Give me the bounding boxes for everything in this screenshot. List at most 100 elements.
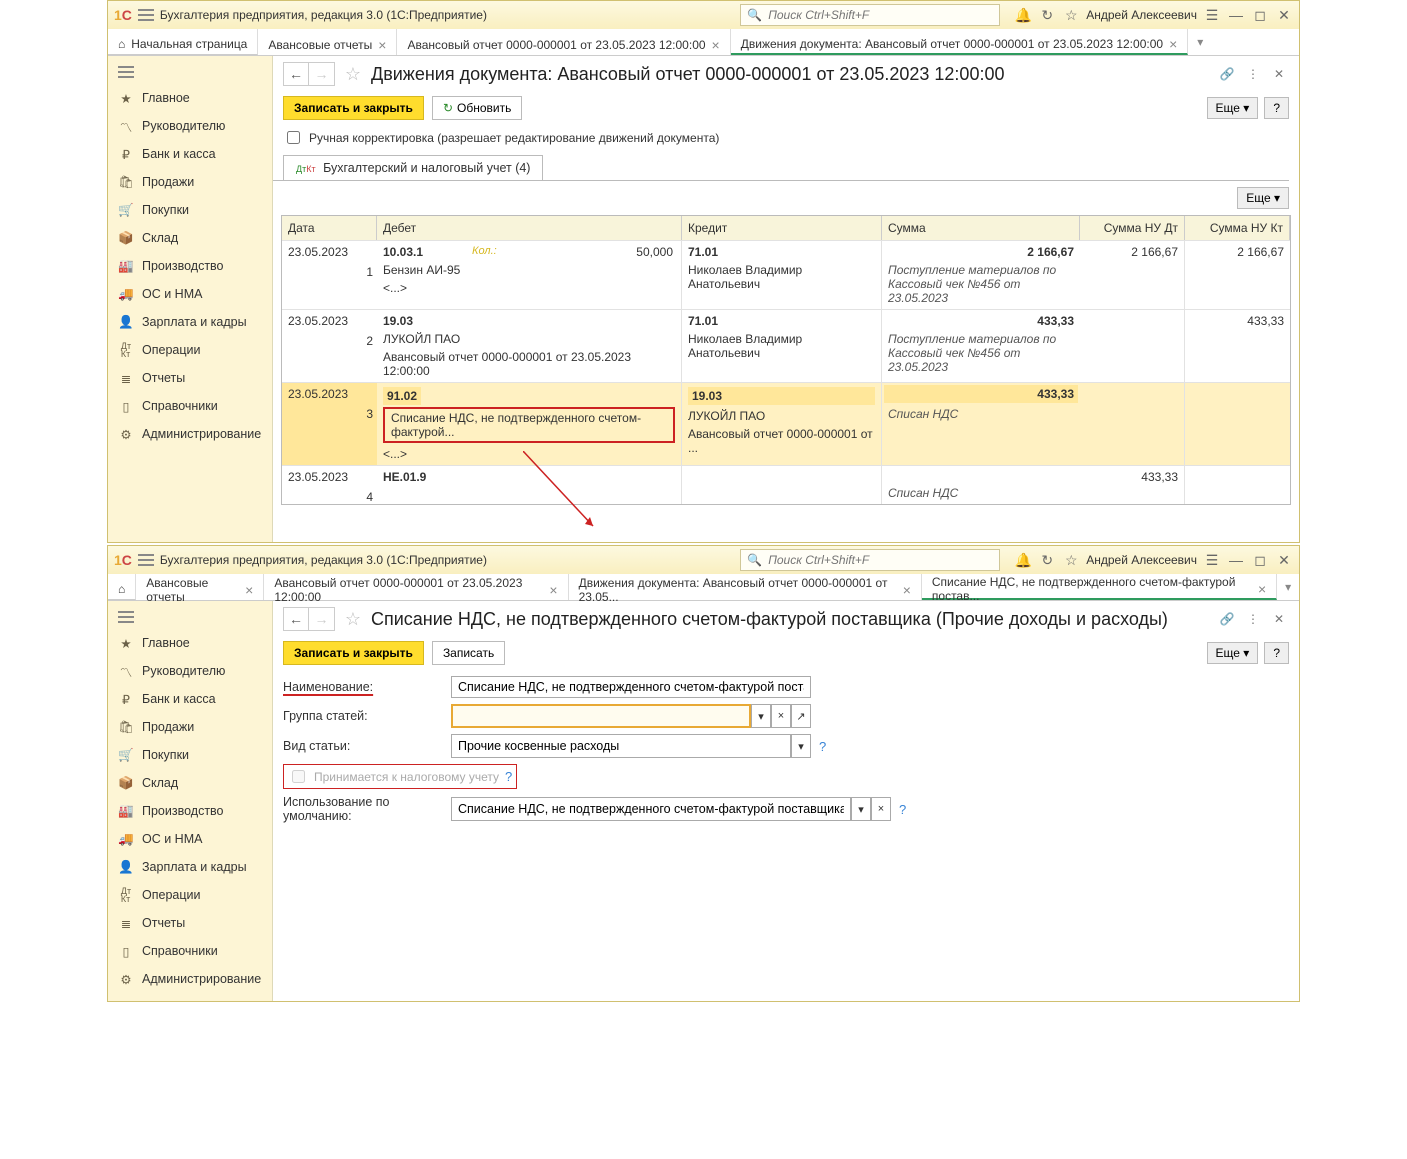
close-icon[interactable]: ×	[378, 37, 386, 53]
sidebar-item-production[interactable]: 🏭Производство	[108, 797, 272, 825]
sidebar-item-admin[interactable]: ⚙Администрирование	[108, 965, 272, 993]
tab-overflow[interactable]: ▾	[1277, 574, 1299, 600]
close-window-icon[interactable]: ✕	[1275, 6, 1293, 24]
default-input[interactable]	[451, 797, 851, 821]
search-input[interactable]	[766, 552, 993, 568]
table-row[interactable]: 23.05.20231 10.03.1 Кол.: 50,000 Бензин …	[282, 241, 1290, 310]
link-icon[interactable]: 🔗	[1217, 609, 1237, 629]
clear-icon[interactable]: ×	[871, 797, 891, 821]
tab-accounting[interactable]: ДтКт Бухгалтерский и налоговый учет (4)	[283, 155, 543, 180]
refresh-button[interactable]: ↻Обновить	[432, 96, 522, 120]
col-nud[interactable]: Сумма НУ Дт	[1080, 216, 1185, 240]
forward-button[interactable]: →	[309, 607, 335, 631]
table-row-selected[interactable]: 23.05.20233 91.02 Списание НДС, не подтв…	[282, 383, 1290, 466]
minimize-icon[interactable]: —	[1227, 6, 1245, 24]
menu-icon[interactable]	[138, 9, 154, 21]
dropdown-icon[interactable]: ▾	[791, 734, 811, 758]
search-box[interactable]: 🔍	[740, 4, 1000, 26]
close-icon[interactable]: ×	[1258, 581, 1266, 597]
name-input[interactable]	[451, 676, 811, 698]
sidebar-item-sales[interactable]: 🛍Продажи	[108, 168, 272, 196]
col-credit[interactable]: Кредит	[682, 216, 882, 240]
close-window-icon[interactable]: ✕	[1275, 551, 1293, 569]
sidebar-item-salary[interactable]: 👤Зарплата и кадры	[108, 853, 272, 881]
close-icon[interactable]: ×	[245, 582, 253, 598]
link-icon[interactable]: 🔗	[1217, 64, 1237, 84]
sidebar-item-operations[interactable]: ДтКтОперации	[108, 881, 272, 909]
help-hint-icon[interactable]: ?	[819, 739, 826, 754]
tab-doc-movements[interactable]: Движения документа: Авансовый отчет 0000…	[731, 29, 1189, 55]
back-button[interactable]: ←	[283, 607, 309, 631]
kebab-icon[interactable]: ⋮	[1243, 64, 1263, 84]
sidebar-item-warehouse[interactable]: 📦Склад	[108, 769, 272, 797]
history-icon[interactable]: ↻	[1038, 6, 1056, 24]
tab-nds-writeoff[interactable]: Списание НДС, не подтвержденного счетом-…	[922, 574, 1277, 600]
clear-icon[interactable]: ×	[771, 704, 791, 728]
kind-input[interactable]	[451, 734, 791, 758]
sidebar-item-warehouse[interactable]: 📦Склад	[108, 224, 272, 252]
maximize-icon[interactable]: ◻	[1251, 6, 1269, 24]
sidebar-item-assets[interactable]: 🚚ОС и НМА	[108, 825, 272, 853]
table-row[interactable]: 23.05.20234 НЕ.01.9 Списан НДС 433,33	[282, 466, 1290, 504]
close-icon[interactable]: ×	[1169, 36, 1177, 52]
sidebar-item-bank[interactable]: ₽Банк и касса	[108, 140, 272, 168]
sidebar-item-manager[interactable]: 〽Руководителю	[108, 657, 272, 685]
tab-overflow[interactable]: ▾	[1188, 29, 1212, 55]
back-button[interactable]: ←	[283, 62, 309, 86]
more-button[interactable]: Еще ▾	[1207, 97, 1259, 119]
dropdown-icon[interactable]: ▾	[751, 704, 771, 728]
help-button[interactable]: ?	[1264, 97, 1289, 119]
minimize-icon[interactable]: —	[1227, 551, 1245, 569]
sidebar-item-production[interactable]: 🏭Производство	[108, 252, 272, 280]
sidebar-item-purchases[interactable]: 🛒Покупки	[108, 196, 272, 224]
grid-more-button[interactable]: Еще ▾	[1237, 187, 1289, 209]
kebab-icon[interactable]: ⋮	[1243, 609, 1263, 629]
close-page-icon[interactable]: ✕	[1269, 64, 1289, 84]
sidebar-hamburger[interactable]	[108, 605, 272, 629]
help-hint-icon[interactable]: ?	[505, 769, 512, 784]
forward-button[interactable]: →	[309, 62, 335, 86]
tab-advance-report-doc[interactable]: Авансовый отчет 0000-000001 от 23.05.202…	[264, 574, 568, 600]
dropdown-icon[interactable]: ▾	[851, 797, 871, 821]
sidebar-item-operations[interactable]: ДтКтОперации	[108, 336, 272, 364]
close-icon[interactable]: ×	[549, 582, 557, 598]
sidebar-item-bank[interactable]: ₽Банк и касса	[108, 685, 272, 713]
sidebar-item-admin[interactable]: ⚙Администрирование	[108, 420, 272, 448]
col-sum[interactable]: Сумма	[882, 216, 1080, 240]
close-page-icon[interactable]: ✕	[1269, 609, 1289, 629]
search-box[interactable]: 🔍	[740, 549, 1000, 571]
tab-advance-reports[interactable]: Авансовые отчеты×	[136, 574, 264, 600]
col-debit[interactable]: Дебет	[377, 216, 682, 240]
sidebar-hamburger[interactable]	[108, 60, 272, 84]
menu-icon[interactable]	[138, 554, 154, 566]
user-name[interactable]: Андрей Алексеевич	[1086, 8, 1197, 22]
table-row[interactable]: 23.05.20232 19.03 ЛУКОЙЛ ПАО Авансовый о…	[282, 310, 1290, 383]
tab-advance-reports[interactable]: Авансовые отчеты ×	[258, 29, 397, 55]
tab-advance-report-doc[interactable]: Авансовый отчет 0000-000001 от 23.05.202…	[397, 29, 730, 55]
sidebar-item-catalogs[interactable]: ▯Справочники	[108, 392, 272, 420]
group-input[interactable]	[451, 704, 751, 728]
save-close-button[interactable]: Записать и закрыть	[283, 641, 424, 665]
history-icon[interactable]: ↻	[1038, 551, 1056, 569]
sidebar-item-main[interactable]: ★Главное	[108, 84, 272, 112]
bell-icon[interactable]: 🔔	[1014, 6, 1032, 24]
favorite-icon[interactable]: ☆	[341, 62, 365, 86]
favorite-icon[interactable]: ☆	[341, 607, 365, 631]
tab-home[interactable]: ⌂ Начальная страница	[108, 29, 258, 55]
bell-icon[interactable]: 🔔	[1014, 551, 1032, 569]
star-icon[interactable]: ☆	[1062, 551, 1080, 569]
close-icon[interactable]: ×	[712, 37, 720, 53]
star-icon[interactable]: ☆	[1062, 6, 1080, 24]
sidebar-item-reports[interactable]: ≣Отчеты	[108, 364, 272, 392]
sidebar-item-manager[interactable]: 〽Руководителю	[108, 112, 272, 140]
sidebar-item-catalogs[interactable]: ▯Справочники	[108, 937, 272, 965]
open-icon[interactable]: ↗	[791, 704, 811, 728]
col-nuk[interactable]: Сумма НУ Кт	[1185, 216, 1290, 240]
settings-icon[interactable]: ☰	[1203, 551, 1221, 569]
tab-home[interactable]: ⌂	[108, 574, 136, 600]
tab-doc-movements[interactable]: Движения документа: Авансовый отчет 0000…	[569, 574, 922, 600]
save-close-button[interactable]: Записать и закрыть	[283, 96, 424, 120]
sidebar-item-sales[interactable]: 🛍Продажи	[108, 713, 272, 741]
more-button[interactable]: Еще ▾	[1207, 642, 1259, 664]
sidebar-item-assets[interactable]: 🚚ОС и НМА	[108, 280, 272, 308]
